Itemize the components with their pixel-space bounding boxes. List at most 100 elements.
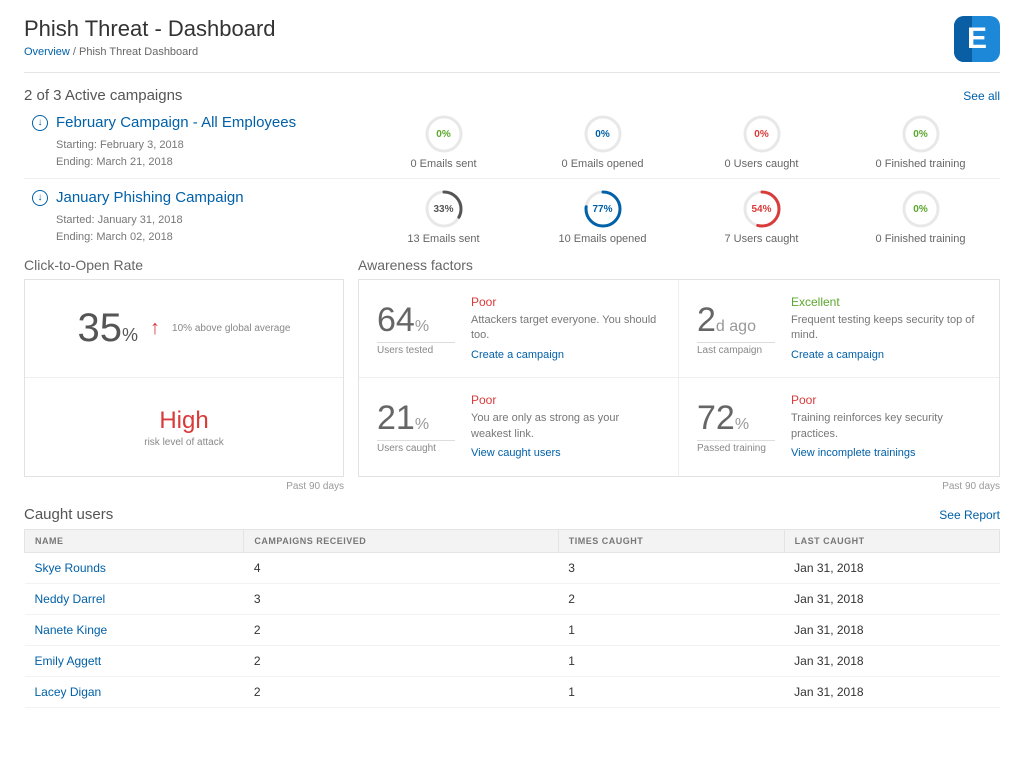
aw-value: 2: [697, 301, 716, 339]
table-header: TIMES CAUGHT: [558, 529, 784, 552]
campaign-row: February Campaign - All Employees Starti…: [24, 104, 1000, 179]
table-header: NAME: [25, 529, 244, 552]
see-report-link[interactable]: See Report: [939, 508, 1000, 522]
awareness-footer: Past 90 days: [358, 481, 1000, 492]
brand-logo: E: [954, 16, 1000, 62]
see-all-link[interactable]: See all: [963, 89, 1000, 103]
stat-caption: 0 Finished training: [846, 158, 996, 170]
aw-rating: Excellent: [791, 294, 981, 311]
aw-rating: Poor: [791, 392, 981, 409]
page-title: Phish Threat - Dashboard: [24, 16, 276, 42]
table-row[interactable]: Skye Rounds 4 3 Jan 31, 2018: [25, 552, 1000, 583]
table-header: LAST CAUGHT: [784, 529, 999, 552]
stat-caption: 13 Emails sent: [369, 233, 519, 245]
aw-sub: Users tested: [377, 342, 455, 356]
clock-icon: [32, 190, 48, 206]
progress-donut: 0%: [424, 114, 464, 154]
aw-sub: Passed training: [697, 440, 775, 454]
aw-desc: Attackers target everyone. You should to…: [471, 313, 660, 344]
progress-donut: 0%: [583, 114, 623, 154]
stat-caption: 0 Users caught: [687, 158, 837, 170]
campaigns-received: 3: [244, 583, 558, 614]
table-row[interactable]: Neddy Darrel 3 2 Jan 31, 2018: [25, 583, 1000, 614]
stat-caption: 0 Finished training: [846, 233, 996, 245]
awareness-cell: 21% Users caught Poor You are only as st…: [359, 378, 679, 476]
campaign-row: January Phishing Campaign Started: Janua…: [24, 179, 1000, 253]
campaigns-received: 2: [244, 645, 558, 676]
table-row[interactable]: Lacey Digan 2 1 Jan 31, 2018: [25, 676, 1000, 707]
aw-rating: Poor: [471, 392, 660, 409]
last-caught: Jan 31, 2018: [784, 583, 999, 614]
aw-value: 21: [377, 399, 415, 437]
user-name[interactable]: Neddy Darrel: [25, 583, 244, 614]
aw-desc: Frequent testing keeps security top of m…: [791, 313, 981, 344]
table-row[interactable]: Emily Aggett 2 1 Jan 31, 2018: [25, 645, 1000, 676]
stat-caption: 7 Users caught: [687, 233, 837, 245]
stat-caption: 0 Emails sent: [369, 158, 519, 170]
aw-action-link[interactable]: View caught users: [471, 447, 561, 459]
campaign-stat: 33% 13 Emails sent: [369, 189, 519, 245]
caught-users-table: NAMECAMPAIGNS RECEIVEDTIMES CAUGHTLAST C…: [24, 529, 1000, 708]
campaign-stat: 77% 10 Emails opened: [528, 189, 678, 245]
stat-caption: 10 Emails opened: [528, 233, 678, 245]
progress-donut: 54%: [742, 189, 782, 229]
campaign-link[interactable]: February Campaign - All Employees: [56, 114, 296, 131]
awareness-cell: 64% Users tested Poor Attackers target e…: [359, 280, 679, 378]
awareness-cell: 72% Passed training Poor Training reinfo…: [679, 378, 999, 476]
caught-title: Caught users: [24, 506, 113, 523]
cto-footer: Past 90 days: [24, 481, 344, 492]
stat-caption: 0 Emails opened: [528, 158, 678, 170]
last-caught: Jan 31, 2018: [784, 645, 999, 676]
aw-action-link[interactable]: Create a campaign: [791, 349, 884, 361]
aw-sub: Users caught: [377, 440, 455, 454]
aw-sub: Last campaign: [697, 342, 775, 356]
arrow-up-icon: ↑: [150, 317, 160, 340]
last-caught: Jan 31, 2018: [784, 676, 999, 707]
aw-desc: You are only as strong as your weakest l…: [471, 411, 660, 442]
table-header: CAMPAIGNS RECEIVED: [244, 529, 558, 552]
progress-donut: 33%: [424, 189, 464, 229]
progress-donut: 0%: [901, 114, 941, 154]
campaigns-summary: 2 of 3 Active campaigns: [24, 87, 182, 104]
awareness-title: Awareness factors: [358, 257, 1000, 273]
risk-sub: risk level of attack: [144, 437, 223, 448]
campaign-stat: 0% 0 Emails sent: [369, 114, 519, 170]
breadcrumb-root[interactable]: Overview: [24, 46, 70, 58]
campaigns-received: 2: [244, 676, 558, 707]
times-caught: 1: [558, 645, 784, 676]
risk-level: High: [159, 407, 208, 435]
campaign-stat: 0% 0 Finished training: [846, 189, 996, 245]
times-caught: 3: [558, 552, 784, 583]
campaign-stat: 0% 0 Finished training: [846, 114, 996, 170]
aw-rating: Poor: [471, 294, 660, 311]
campaign-stat: 0% 0 Emails opened: [528, 114, 678, 170]
user-name[interactable]: Skye Rounds: [25, 552, 244, 583]
last-caught: Jan 31, 2018: [784, 552, 999, 583]
breadcrumb-current: Phish Threat Dashboard: [79, 46, 198, 58]
times-caught: 2: [558, 583, 784, 614]
aw-value: 72: [697, 399, 735, 437]
cto-panel: 35% ↑ 10% above global average High risk…: [24, 279, 344, 477]
times-caught: 1: [558, 614, 784, 645]
awareness-cell: 2d ago Last campaign Excellent Frequent …: [679, 280, 999, 378]
campaigns-received: 4: [244, 552, 558, 583]
campaign-meta: Started: January 31, 2018Ending: March 0…: [56, 212, 364, 245]
cto-note: 10% above global average: [172, 323, 290, 334]
cto-title: Click-to-Open Rate: [24, 257, 344, 273]
aw-value: 64: [377, 301, 415, 339]
progress-donut: 0%: [901, 189, 941, 229]
campaign-link[interactable]: January Phishing Campaign: [56, 189, 244, 206]
table-row[interactable]: Nanete Kinge 2 1 Jan 31, 2018: [25, 614, 1000, 645]
campaign-stat: 54% 7 Users caught: [687, 189, 837, 245]
user-name[interactable]: Nanete Kinge: [25, 614, 244, 645]
campaigns-received: 2: [244, 614, 558, 645]
clock-icon: [32, 115, 48, 131]
aw-action-link[interactable]: View incomplete trainings: [791, 447, 916, 459]
user-name[interactable]: Emily Aggett: [25, 645, 244, 676]
campaign-meta: Starting: February 3, 2018Ending: March …: [56, 137, 364, 170]
user-name[interactable]: Lacey Digan: [25, 676, 244, 707]
aw-action-link[interactable]: Create a campaign: [471, 349, 564, 361]
campaign-stat: 0% 0 Users caught: [687, 114, 837, 170]
cto-value: 35%: [78, 306, 139, 351]
awareness-panel: 64% Users tested Poor Attackers target e…: [358, 279, 1000, 477]
